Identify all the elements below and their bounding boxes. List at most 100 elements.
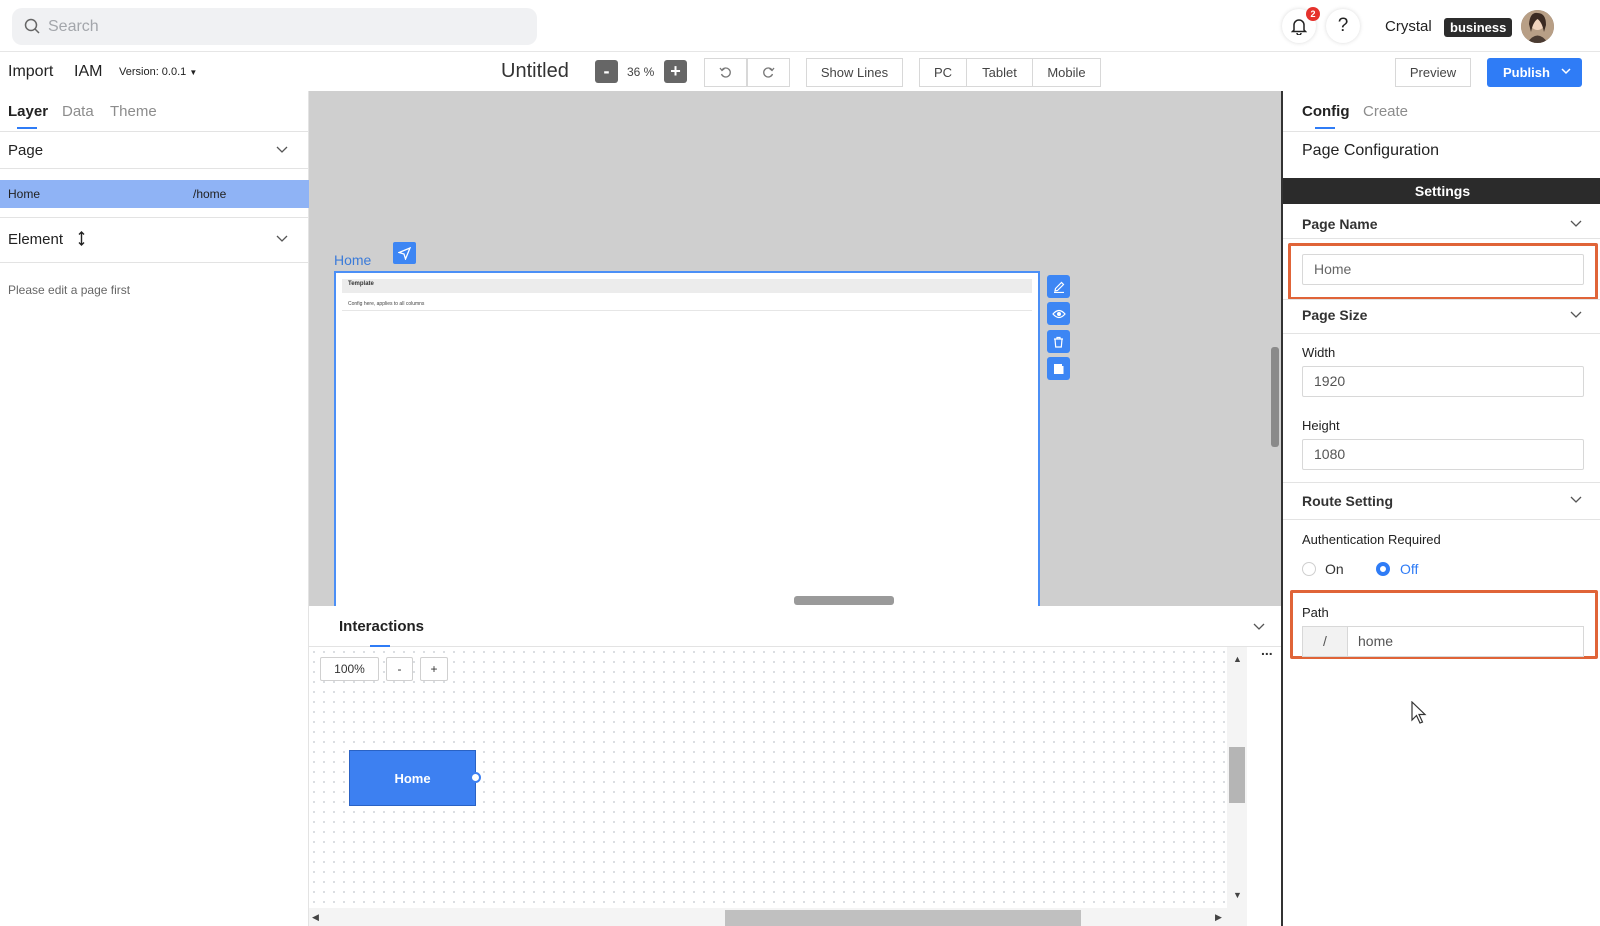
user-name[interactable]: Crystal	[1385, 18, 1432, 35]
chevron-down-icon[interactable]	[1253, 623, 1265, 631]
top-bar: 2 ? Crystal business	[0, 0, 1600, 52]
show-lines-button[interactable]: Show Lines	[806, 58, 903, 87]
chevron-down-icon[interactable]	[276, 235, 288, 243]
path-input[interactable]: home	[1347, 626, 1584, 657]
divider	[1283, 238, 1600, 239]
search-input[interactable]	[48, 8, 528, 45]
interactions-title[interactable]: Interactions	[339, 618, 424, 635]
more-options-icon[interactable]: ...	[1261, 642, 1273, 658]
page-section-title: Page	[8, 142, 44, 159]
divider	[1283, 333, 1600, 334]
scroll-left-arrow-icon[interactable]: ◀	[312, 912, 319, 923]
tab-theme[interactable]: Theme	[110, 103, 157, 120]
route-setting-section-title: Route Setting	[1302, 493, 1393, 509]
vertical-scrollbar[interactable]	[1229, 747, 1245, 803]
scroll-right-arrow-icon[interactable]: ▶	[1215, 912, 1222, 923]
tab-create[interactable]: Create	[1363, 103, 1408, 120]
copy-button[interactable]	[1047, 357, 1070, 380]
interactions-panel: Interactions 100% - + Home ▲ ▼ ◀ ▶ ...	[309, 606, 1281, 926]
divider	[0, 168, 309, 169]
version-select[interactable]: Version: 0.0.1 ▼	[119, 66, 197, 78]
edit-button[interactable]	[1047, 275, 1070, 298]
search-box[interactable]	[12, 8, 537, 45]
document-title[interactable]: Untitled	[501, 60, 569, 83]
preview-frame-button[interactable]	[1047, 302, 1070, 325]
horizontal-scrollbar[interactable]	[725, 910, 1081, 926]
iam-link[interactable]: IAM	[74, 63, 102, 81]
chevron-down-icon[interactable]	[276, 146, 288, 154]
import-link[interactable]: Import	[8, 63, 53, 81]
eye-icon	[1051, 309, 1066, 319]
frame-label[interactable]: Home	[334, 252, 371, 268]
page-name: Home	[8, 187, 41, 201]
auth-on-radio[interactable]	[1302, 562, 1316, 576]
notification-count-badge: 2	[1306, 7, 1320, 21]
height-label: Height	[1302, 418, 1340, 433]
help-icon: ?	[1337, 15, 1349, 36]
zoom-out-button[interactable]: -	[595, 60, 618, 83]
device-pc-button[interactable]: PC	[919, 58, 967, 87]
publish-button[interactable]: Publish	[1487, 58, 1582, 87]
template-subtitle: Config here, applies to all columns	[348, 301, 425, 307]
redo-button[interactable]	[747, 58, 790, 87]
active-tab-indicator	[17, 127, 37, 129]
plan-badge: business	[1444, 18, 1513, 37]
flow-canvas[interactable]: 100% - + Home	[309, 647, 1247, 917]
page-name-input[interactable]: Home	[1302, 254, 1584, 285]
auth-on-label[interactable]: On	[1325, 561, 1344, 577]
navigation-arrow-icon	[398, 246, 411, 260]
auth-off-radio[interactable]	[1376, 562, 1390, 576]
pencil-icon	[1053, 281, 1065, 293]
flow-node-port[interactable]	[470, 772, 481, 783]
scroll-down-arrow-icon[interactable]: ▼	[1233, 890, 1242, 900]
editor-toolbar: Import IAM Version: 0.0.1 ▼ Untitled - 3…	[0, 52, 1600, 91]
chevron-down-icon[interactable]	[1570, 311, 1582, 319]
panel-title: Page Configuration	[1302, 142, 1439, 159]
design-canvas[interactable]: Home Template Config here, applies to al…	[309, 91, 1281, 606]
device-tablet-button[interactable]: Tablet	[966, 58, 1033, 87]
help-button[interactable]: ?	[1326, 9, 1360, 43]
horizontal-scrollbar[interactable]	[794, 596, 894, 605]
tab-layer[interactable]: Layer	[8, 103, 48, 120]
flow-zoom-level: 100%	[320, 657, 379, 681]
width-input[interactable]: 1920	[1302, 366, 1584, 397]
divider	[0, 217, 309, 218]
auth-off-label[interactable]: Off	[1400, 561, 1418, 577]
zoom-in-button[interactable]: +	[664, 60, 687, 83]
sort-icon[interactable]	[78, 231, 85, 246]
copy-icon	[1053, 363, 1064, 375]
divider	[0, 262, 309, 263]
interactions-header: Interactions	[309, 606, 1281, 647]
page-list-item[interactable]: Home /home	[0, 180, 309, 208]
device-mobile-button[interactable]: Mobile	[1032, 58, 1101, 87]
delete-button[interactable]	[1047, 330, 1070, 353]
tab-config[interactable]: Config	[1302, 103, 1349, 120]
vertical-scrollbar[interactable]	[1271, 347, 1279, 447]
divider	[1283, 299, 1600, 300]
template-title: Template	[348, 281, 374, 287]
page-name-section-title: Page Name	[1302, 216, 1378, 232]
page-path: /home	[193, 187, 227, 201]
redo-icon	[762, 66, 775, 79]
navigate-button[interactable]	[393, 242, 416, 264]
page-frame[interactable]: Template Config here, applies to all col…	[334, 271, 1040, 606]
tab-data[interactable]: Data	[62, 103, 94, 120]
undo-button[interactable]	[704, 58, 747, 87]
flow-zoom-in-button[interactable]: +	[420, 657, 448, 681]
chevron-down-icon[interactable]	[1570, 220, 1582, 228]
avatar[interactable]	[1521, 10, 1554, 43]
settings-header: Settings	[1283, 178, 1600, 204]
bell-icon	[1291, 17, 1307, 35]
element-section-title: Element	[8, 231, 64, 248]
flow-node-home[interactable]: Home	[349, 750, 476, 806]
height-input[interactable]: 1080	[1302, 439, 1584, 470]
scroll-up-arrow-icon[interactable]: ▲	[1233, 654, 1242, 664]
chevron-down-icon[interactable]	[1570, 496, 1582, 504]
flow-zoom-out-button[interactable]: -	[386, 657, 413, 681]
undo-icon	[719, 66, 732, 79]
divider	[0, 131, 309, 132]
path-label: Path	[1302, 605, 1329, 620]
path-prefix: /	[1302, 626, 1347, 657]
preview-button[interactable]: Preview	[1395, 58, 1471, 87]
frame-template-header: Template	[342, 279, 1032, 293]
